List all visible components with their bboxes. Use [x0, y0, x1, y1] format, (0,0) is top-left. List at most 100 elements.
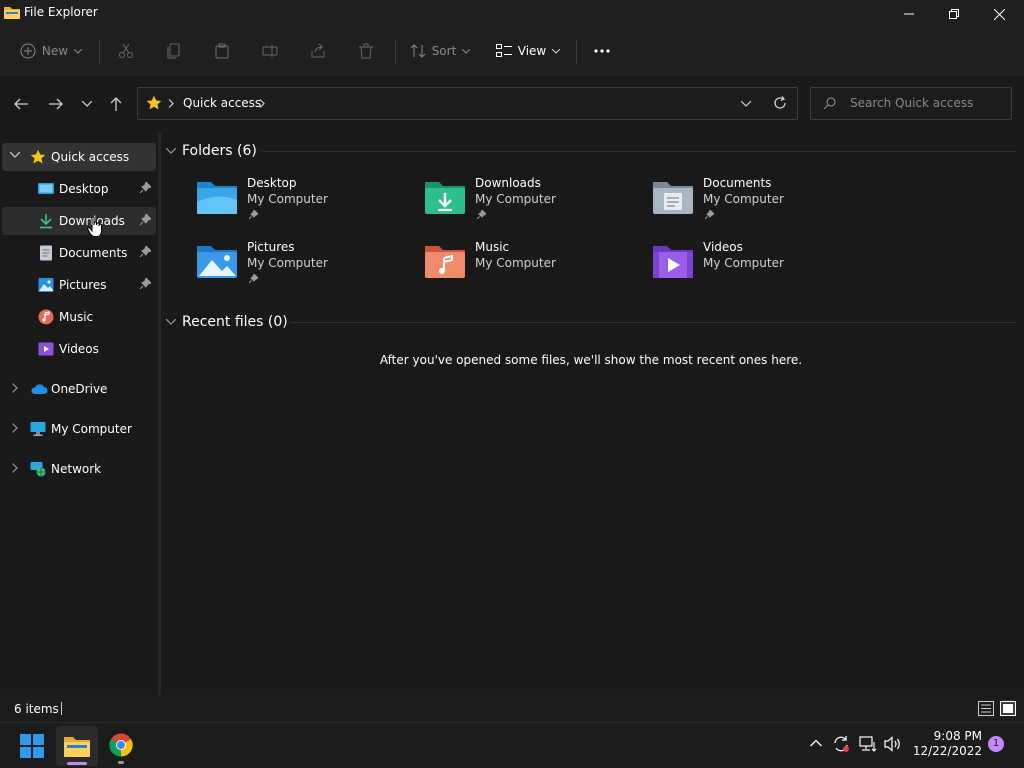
sidebar-item-label: Documents — [59, 246, 128, 260]
search-box[interactable]: Search Quick access — [810, 87, 1012, 120]
close-button[interactable] — [976, 0, 1022, 28]
pin-icon[interactable] — [140, 214, 151, 226]
scissors-icon — [119, 43, 133, 58]
sidebar-item-videos[interactable]: Videos — [2, 335, 156, 363]
chevron-down-icon — [74, 48, 83, 54]
folder-location: My Computer — [247, 192, 328, 206]
paste-button[interactable] — [206, 36, 238, 66]
folder-name: Downloads — [475, 176, 541, 190]
folder-tile-documents[interactable]: Documents My Computer — [651, 176, 871, 232]
sidebar-item-pictures[interactable]: Pictures — [2, 271, 156, 299]
folder-tile-videos[interactable]: Videos My Computer — [651, 240, 871, 296]
network-status-button[interactable] — [859, 736, 877, 752]
start-button[interactable] — [20, 734, 44, 758]
trash-icon — [359, 43, 373, 59]
restore-icon — [949, 9, 959, 19]
back-button[interactable] — [7, 90, 35, 118]
pin-icon[interactable] — [140, 182, 151, 194]
sidebar-item-my-computer[interactable]: My Computer — [2, 415, 156, 443]
pin-icon — [705, 210, 714, 220]
breadcrumb-chevron-icon[interactable] — [259, 99, 265, 108]
pane-splitter[interactable] — [158, 132, 161, 695]
arrow-left-icon — [14, 98, 28, 110]
chevron-down-icon[interactable] — [10, 152, 20, 158]
share-icon — [311, 43, 325, 58]
share-button[interactable] — [302, 36, 334, 66]
copy-button[interactable] — [158, 36, 190, 66]
sidebar-item-label: OneDrive — [51, 382, 108, 396]
toolbar-divider — [576, 40, 577, 64]
sort-button[interactable]: Sort — [404, 36, 476, 66]
folder-name: Documents — [703, 176, 772, 190]
sidebar-item-label: Music — [59, 310, 94, 324]
sidebar-item-music[interactable]: Music — [2, 303, 156, 331]
taskbar-file-explorer-button[interactable] — [56, 726, 98, 766]
arrow-right-icon — [49, 98, 63, 110]
folders-section-header[interactable]: Folders (6) — [166, 140, 257, 162]
sidebar-item-quick-access[interactable]: Quick access — [2, 143, 156, 171]
cut-button[interactable] — [110, 36, 142, 66]
search-placeholder: Search Quick access — [850, 96, 974, 110]
chevron-down-icon — [462, 48, 471, 54]
refresh-button[interactable] — [773, 96, 787, 110]
chevron-right-icon[interactable] — [12, 463, 18, 473]
pin-icon — [477, 210, 486, 220]
active-app-indicator — [67, 762, 87, 765]
video-icon — [38, 341, 54, 357]
forward-button[interactable] — [42, 90, 70, 118]
folder-name: Music — [475, 240, 510, 254]
sort-icon — [410, 44, 426, 58]
pin-icon[interactable] — [140, 246, 151, 258]
sidebar-item-downloads[interactable]: Downloads — [2, 207, 156, 235]
delete-button[interactable] — [350, 36, 382, 66]
breadcrumb-chevron-icon — [168, 99, 174, 108]
folder-tile-pictures[interactable]: Pictures My Computer — [195, 240, 415, 296]
minimize-button[interactable] — [886, 0, 932, 28]
chevron-up-icon — [810, 739, 822, 747]
recent-files-section-header[interactable]: Recent files (0) — [166, 311, 288, 333]
speaker-icon — [884, 736, 900, 752]
new-label: New — [41, 44, 69, 58]
desktop-icon — [38, 181, 54, 197]
address-history-dropdown[interactable] — [741, 101, 751, 107]
breadcrumb-quick-access[interactable]: Quick access — [183, 96, 261, 110]
sidebar-item-onedrive[interactable]: OneDrive — [2, 375, 156, 403]
details-view-button[interactable] — [978, 701, 994, 716]
sync-status-button[interactable] — [832, 735, 850, 753]
volume-button[interactable] — [884, 736, 902, 752]
up-button[interactable] — [102, 90, 130, 118]
sidebar-item-documents[interactable]: Documents — [2, 239, 156, 267]
chevron-right-icon[interactable] — [12, 383, 18, 393]
chevron-right-icon[interactable] — [12, 423, 18, 433]
rename-button[interactable] — [254, 36, 286, 66]
taskbar-chrome-button[interactable] — [109, 733, 133, 764]
section-divider — [262, 151, 1016, 152]
pictures-folder-icon — [195, 240, 239, 280]
title-bar: File Explorer — [0, 0, 1024, 28]
show-hidden-icons-button[interactable] — [810, 739, 822, 747]
star-icon — [30, 149, 46, 165]
cloud-icon — [30, 381, 48, 397]
clock[interactable]: 9:08 PM 12/22/2022 — [910, 729, 982, 759]
view-list-icon — [495, 44, 512, 57]
running-app-indicator — [118, 761, 124, 764]
folder-location: My Computer — [475, 256, 556, 270]
sidebar-item-desktop[interactable]: Desktop — [2, 175, 156, 203]
download-icon — [38, 213, 54, 229]
folder-tile-desktop[interactable]: Desktop My Computer — [195, 176, 415, 232]
notification-badge[interactable]: 1 — [988, 736, 1004, 752]
windows-logo-icon — [20, 734, 44, 758]
restore-button[interactable] — [931, 0, 977, 28]
pin-icon — [249, 274, 258, 284]
sidebar-item-network[interactable]: Network — [2, 455, 156, 483]
more-options-button[interactable] — [586, 36, 618, 66]
recent-locations-button[interactable] — [73, 90, 101, 118]
item-count: 6 items — [14, 702, 59, 716]
folder-tile-downloads[interactable]: Downloads My Computer — [423, 176, 643, 232]
large-icons-view-button[interactable] — [1000, 701, 1016, 716]
pin-icon[interactable] — [140, 278, 151, 290]
folder-tile-music[interactable]: Music My Computer — [423, 240, 643, 296]
address-bar[interactable]: Quick access — [137, 87, 798, 120]
new-button[interactable]: New — [14, 36, 88, 66]
view-button[interactable]: View — [490, 36, 566, 66]
